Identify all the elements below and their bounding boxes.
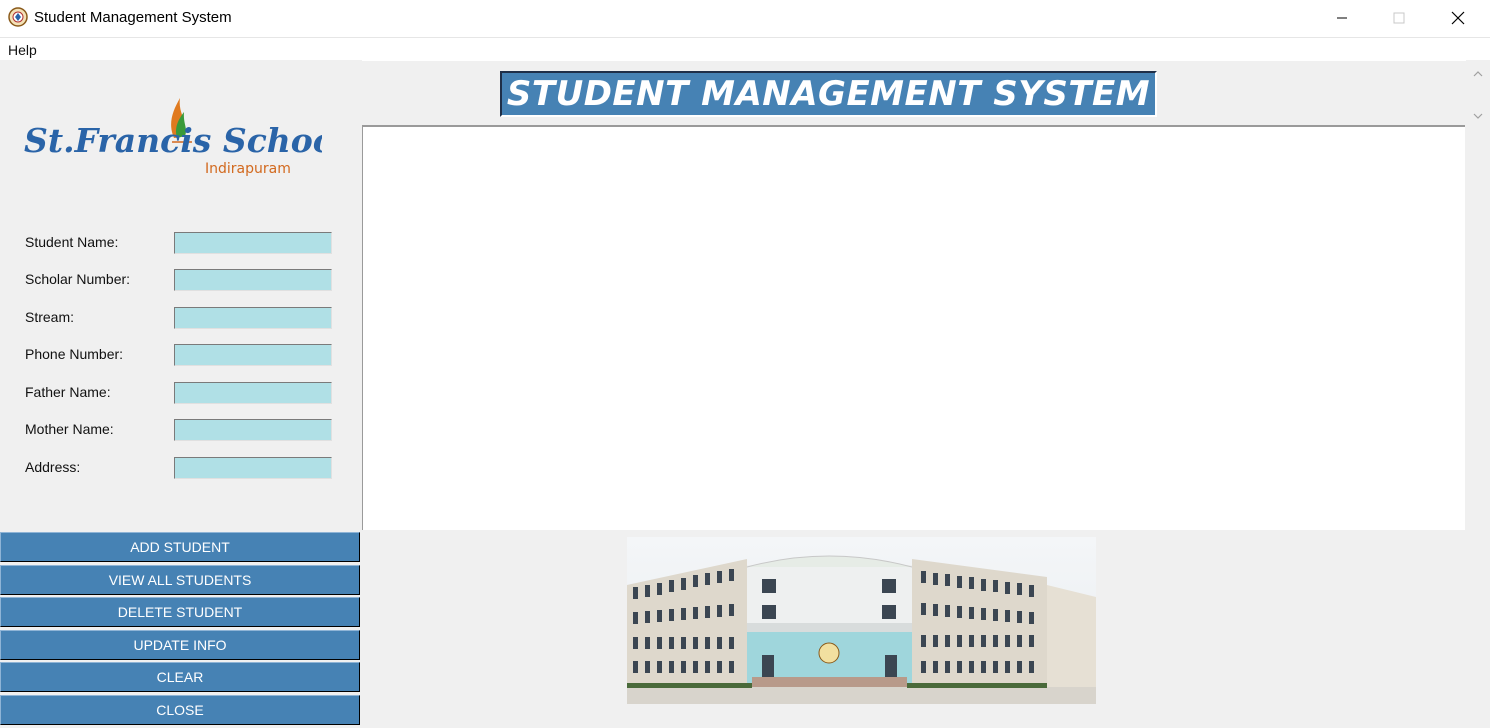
address-field[interactable]: [174, 457, 332, 479]
delete-student-button[interactable]: DELETE STUDENT: [0, 597, 360, 627]
school-emblem-icon: [8, 7, 28, 27]
logo-school-name: St.Francis School: [24, 121, 322, 160]
close-app-button[interactable]: CLOSE: [0, 695, 360, 725]
father-name-label: Father Name:: [25, 384, 111, 400]
student-name-field[interactable]: [174, 232, 332, 254]
left-panel: St.Francis School Indirapuram Student Na…: [0, 60, 362, 728]
scroll-up-icon[interactable]: [1472, 68, 1484, 80]
minimize-icon: [1337, 17, 1347, 19]
close-button[interactable]: [1429, 0, 1487, 36]
menu-help[interactable]: Help: [8, 42, 37, 58]
stream-label: Stream:: [25, 309, 75, 325]
student-name-label: Student Name:: [25, 234, 119, 250]
scholar-number-field[interactable]: [174, 269, 332, 291]
window-title-bar: Student Management System: [0, 0, 1490, 37]
maximize-button[interactable]: [1370, 0, 1428, 36]
mother-name-label: Mother Name:: [25, 421, 114, 437]
add-student-button[interactable]: ADD STUDENT: [0, 532, 360, 562]
logo-location: Indirapuram: [205, 161, 291, 177]
close-icon: [1451, 11, 1465, 25]
view-all-students-button[interactable]: VIEW ALL STUDENTS: [0, 565, 360, 595]
school-building-image: [627, 537, 1096, 704]
page-title: STUDENT MANAGEMENT SYSTEM: [506, 74, 1151, 114]
father-name-field[interactable]: [174, 382, 332, 404]
window-title: Student Management System: [34, 9, 232, 26]
stream-field[interactable]: [174, 307, 332, 329]
mother-name-field[interactable]: [174, 419, 332, 441]
phone-number-label: Phone Number:: [25, 346, 124, 362]
school-logo: St.Francis School Indirapuram: [22, 94, 347, 184]
minimize-button[interactable]: [1313, 0, 1371, 36]
scroll-down-icon[interactable]: [1472, 110, 1484, 122]
update-info-button[interactable]: UPDATE INFO: [0, 630, 360, 660]
vertical-scrollbar[interactable]: [1466, 60, 1490, 728]
clear-button[interactable]: CLEAR: [0, 662, 360, 692]
phone-number-field[interactable]: [174, 344, 332, 366]
header-banner: STUDENT MANAGEMENT SYSTEM: [500, 71, 1157, 117]
menu-bar: Help: [0, 37, 1490, 61]
scholar-number-label: Scholar Number:: [25, 271, 131, 287]
maximize-icon: [1393, 12, 1405, 24]
address-label: Address:: [25, 459, 81, 475]
student-records-area[interactable]: [362, 125, 1465, 530]
